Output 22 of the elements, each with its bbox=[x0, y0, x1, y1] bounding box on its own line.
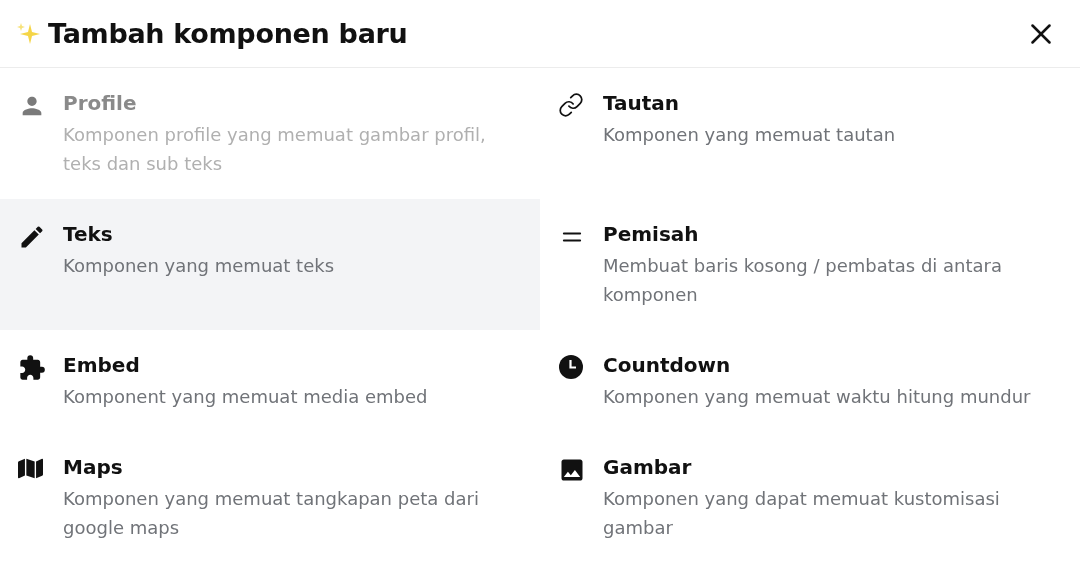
puzzle-icon bbox=[18, 354, 46, 382]
option-title: Tautan bbox=[603, 90, 681, 116]
option-description: Komponen yang dapat memuat kustomisasi gambar bbox=[603, 487, 1001, 540]
component-option[interactable]: Teks Komponen yang memuat teks bbox=[0, 199, 540, 330]
link-icon bbox=[558, 92, 584, 118]
option-description: Komponent yang memuat media embed bbox=[63, 385, 428, 409]
option-title: Countdown bbox=[603, 352, 732, 378]
option-description: Komponen yang memuat teks bbox=[63, 254, 335, 278]
option-title: Pemisah bbox=[603, 221, 700, 247]
option-title: Profile bbox=[63, 90, 138, 116]
option-description: Membuat baris kosong / pembatas di antara komponen bbox=[603, 254, 1004, 307]
map-icon bbox=[18, 456, 43, 481]
option-title: Maps bbox=[63, 454, 124, 480]
option-title: Teks bbox=[63, 221, 114, 247]
dialog-title: Tambah komponen baru bbox=[48, 18, 408, 49]
option-description: Komponen yang memuat tautan bbox=[603, 123, 896, 147]
option-description: Komponen profile yang memuat gambar profil, teks dan sub teks bbox=[63, 123, 487, 176]
option-title: Embed bbox=[63, 352, 141, 378]
clock-icon bbox=[558, 354, 584, 380]
option-title: Gambar bbox=[603, 454, 693, 480]
option-description: Komponen yang memuat tangkapan peta dari google maps bbox=[63, 487, 480, 540]
option-description: Komponen yang memuat waktu hitung mundur bbox=[603, 385, 1031, 409]
